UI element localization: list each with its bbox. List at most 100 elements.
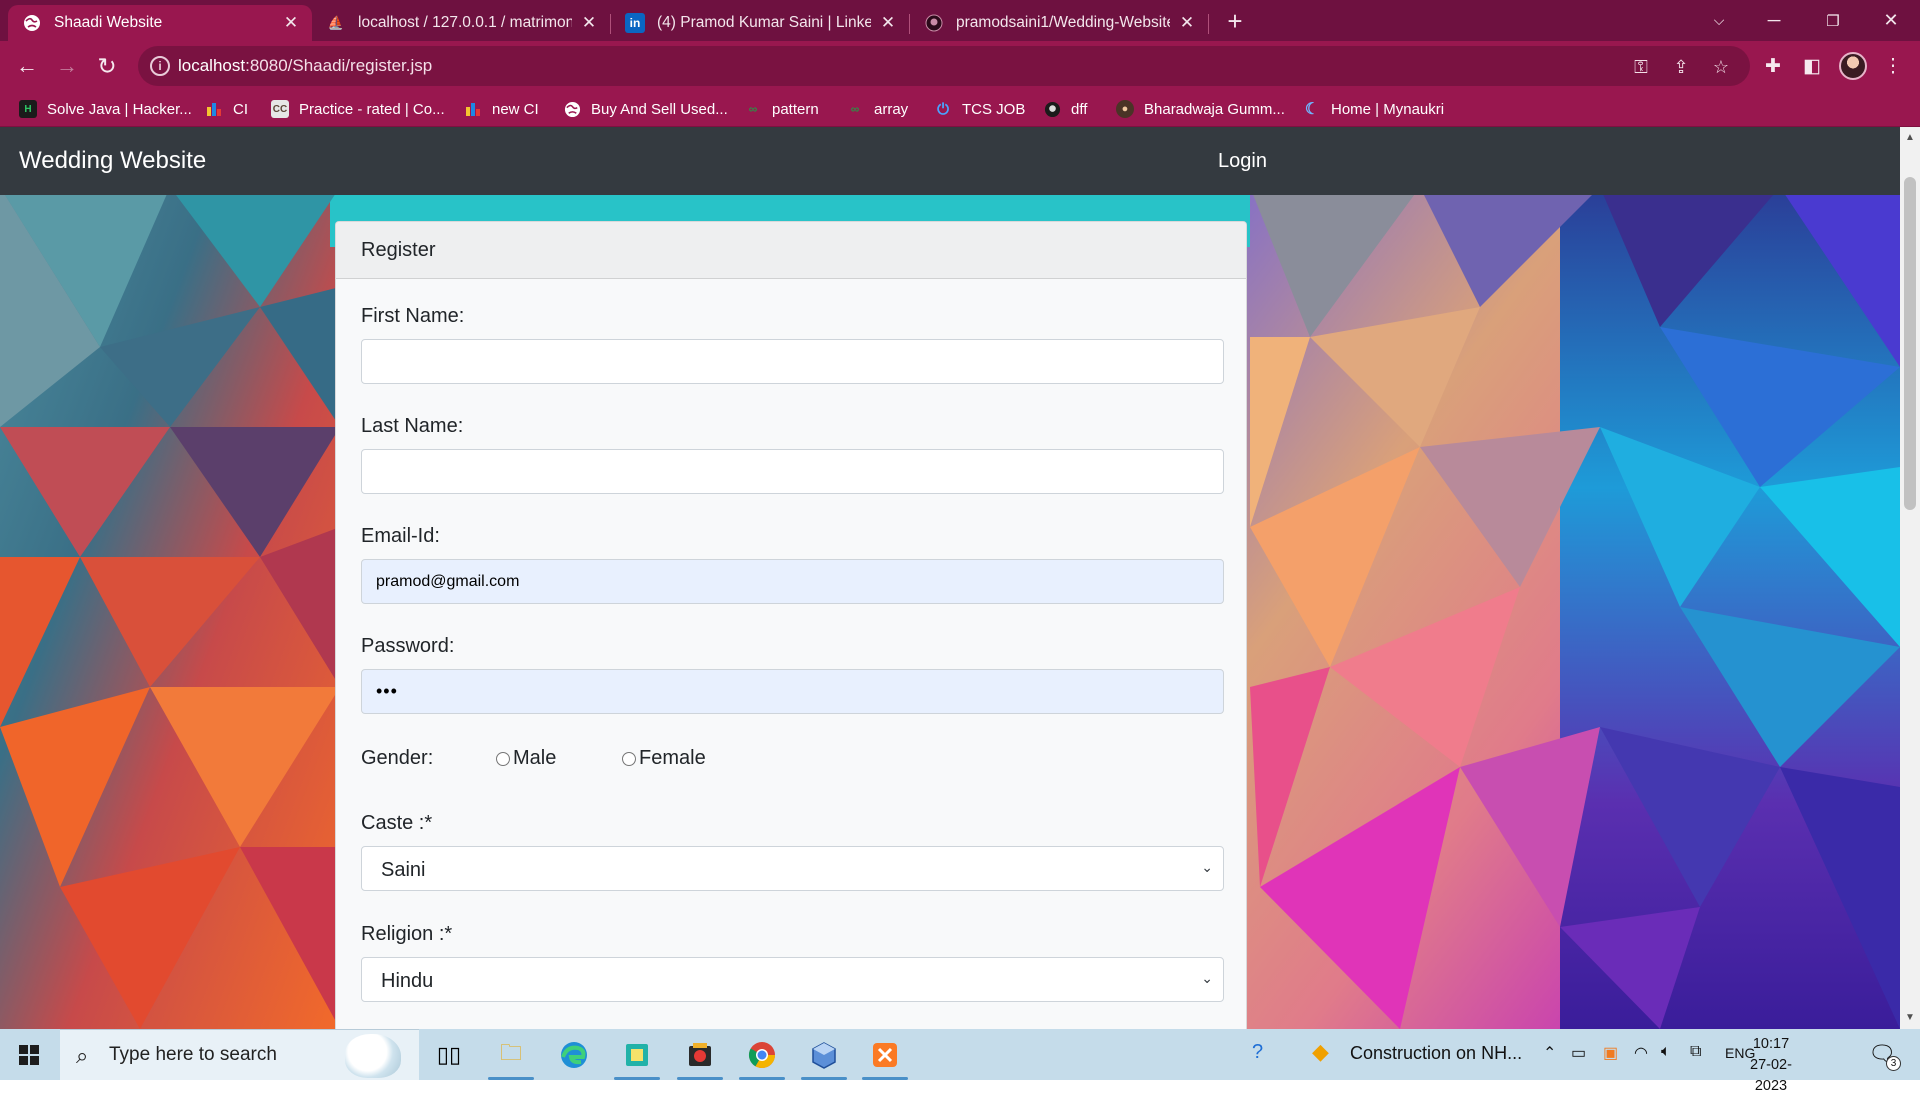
bookmark-bharadwaja[interactable]: ● Bharadwaja Gumm... bbox=[1116, 97, 1285, 121]
scroll-up-arrow-icon[interactable]: ▲ bbox=[1900, 129, 1920, 147]
task-view-icon[interactable]: ▯▯ bbox=[430, 1036, 468, 1074]
virtualbox-icon[interactable] bbox=[801, 1036, 847, 1080]
news-weather-icon[interactable]: ◆ bbox=[1312, 1039, 1329, 1064]
phpmyadmin-icon: ⛵ bbox=[327, 15, 345, 30]
bookmark-dff[interactable]: dff bbox=[1043, 97, 1087, 121]
caste-select[interactable]: Saini ⌄ bbox=[361, 846, 1224, 891]
codeforces-icon bbox=[205, 100, 223, 118]
side-panel-icon[interactable]: ◧ bbox=[1795, 49, 1829, 83]
password-input[interactable] bbox=[361, 669, 1224, 714]
reload-icon[interactable]: ↻ bbox=[90, 49, 124, 83]
help-tips-icon[interactable]: ? bbox=[1252, 1041, 1263, 1065]
codechef-icon: CC bbox=[271, 100, 289, 118]
wifi-icon[interactable]: ◠ bbox=[1634, 1043, 1648, 1067]
windows-taskbar: ⌕ Type here to search ▯▯ 🗀 ? ◆ Construct… bbox=[0, 1029, 1920, 1094]
media-app-icon[interactable] bbox=[677, 1036, 723, 1080]
bookmark-pattern[interactable]: ∞ pattern bbox=[744, 97, 819, 121]
page-scrollbar[interactable]: ▲ ▼ bbox=[1900, 127, 1920, 1029]
browser-tab-strip: Shaadi Website ✕ ⛵ localhost / 127.0.0.1… bbox=[0, 0, 1920, 41]
show-hidden-icons-chevron-up-icon[interactable]: ⌃ bbox=[1543, 1043, 1556, 1067]
notepad-app-icon[interactable] bbox=[614, 1036, 660, 1080]
search-placeholder: Type here to search bbox=[109, 1044, 277, 1065]
extensions-puzzle-icon[interactable]: ✚ bbox=[1756, 49, 1790, 83]
display-icon[interactable]: ⧉ bbox=[1690, 1043, 1701, 1067]
religion-label: Religion :* bbox=[361, 923, 453, 945]
bookmark-solve-java[interactable]: H Solve Java | Hacker... bbox=[19, 97, 192, 121]
tab-github[interactable]: pramodsaini1/Wedding-Website ✕ bbox=[910, 5, 1208, 41]
email-label: Email-Id: bbox=[361, 525, 440, 547]
menu-kebab-icon[interactable]: ⋮ bbox=[1876, 49, 1910, 83]
first-name-input[interactable] bbox=[361, 339, 1224, 384]
minimize-icon[interactable]: ─ bbox=[1751, 0, 1797, 41]
edge-browser-icon[interactable] bbox=[555, 1036, 593, 1074]
globe-icon bbox=[22, 13, 42, 33]
bookmark-new-ci[interactable]: new CI bbox=[464, 97, 539, 121]
clock[interactable]: 10:17 27-02-2023 bbox=[1736, 1034, 1806, 1097]
file-explorer-icon[interactable]: 🗀 bbox=[488, 1036, 534, 1080]
tab-search-chevron-down-icon[interactable]: ⌵ bbox=[1696, 0, 1742, 41]
bookmarks-bar: H Solve Java | Hacker... CI CC Practice … bbox=[0, 91, 1920, 127]
bookmark-array[interactable]: ∞ array bbox=[846, 97, 908, 121]
register-card: Register First Name: Last Name: Email-Id… bbox=[335, 221, 1247, 1029]
taskbar-search-box[interactable]: ⌕ Type here to search bbox=[60, 1029, 419, 1080]
gender-female-label[interactable]: Female bbox=[639, 747, 706, 770]
bookmark-star-icon[interactable]: ☆ bbox=[1710, 56, 1732, 78]
hackerrank-icon: H bbox=[19, 100, 37, 118]
browser-toolbar: ← → ↻ i localhost:8080/Shaadi/register.j… bbox=[0, 41, 1920, 91]
gender-male-label[interactable]: Male bbox=[513, 747, 556, 770]
tab-linkedin[interactable]: in (4) Pramod Kumar Saini | LinkedIn ✕ bbox=[611, 5, 909, 41]
windows-start-icon[interactable] bbox=[19, 1045, 39, 1065]
news-ticker-text[interactable]: Construction on NH... bbox=[1350, 1043, 1522, 1067]
site-info-icon[interactable]: i bbox=[150, 56, 170, 76]
github-icon bbox=[1043, 100, 1061, 118]
new-tab-button[interactable]: + bbox=[1221, 8, 1249, 36]
linkedin-icon: in bbox=[625, 13, 645, 33]
close-icon[interactable]: ✕ bbox=[578, 12, 600, 34]
notification-count-badge: 3 bbox=[1886, 1056, 1901, 1071]
tab-phpmyadmin[interactable]: ⛵ localhost / 127.0.0.1 / matrimonial ✕ bbox=[312, 5, 610, 41]
register-heading: Register bbox=[361, 239, 436, 261]
chrome-browser-icon[interactable] bbox=[739, 1036, 785, 1080]
site-brand-link[interactable]: Wedding Website bbox=[19, 147, 206, 175]
forward-arrow-icon[interactable]: → bbox=[50, 49, 84, 83]
back-arrow-icon[interactable]: ← bbox=[10, 49, 44, 83]
religion-selected-value: Hindu bbox=[381, 970, 434, 992]
email-input[interactable] bbox=[361, 559, 1224, 604]
bookmark-buy-and-sell[interactable]: Buy And Sell Used... bbox=[563, 97, 728, 121]
close-icon[interactable]: ✕ bbox=[877, 12, 899, 34]
scrollbar-thumb[interactable] bbox=[1904, 177, 1916, 510]
password-key-icon[interactable]: ⚿ bbox=[1630, 56, 1652, 78]
profile-avatar[interactable] bbox=[1839, 52, 1867, 80]
person-icon: ● bbox=[1116, 100, 1134, 118]
tab-shaadi-website[interactable]: Shaadi Website ✕ bbox=[8, 5, 312, 41]
close-window-icon[interactable]: ✕ bbox=[1868, 0, 1914, 41]
url-text[interactable]: localhost:8080/Shaadi/register.jsp bbox=[178, 56, 432, 76]
restore-window-icon[interactable]: ❐ bbox=[1810, 0, 1856, 41]
address-bar[interactable]: i localhost:8080/Shaadi/register.jsp ⚿ ⇪… bbox=[138, 46, 1750, 86]
close-icon[interactable]: ✕ bbox=[1176, 12, 1198, 34]
site-navbar: Wedding Website Login bbox=[0, 127, 1900, 195]
bookmark-tcs-job[interactable]: ⏻ TCS JOB bbox=[934, 97, 1025, 121]
bookmark-ci[interactable]: CI bbox=[205, 97, 248, 121]
bookmark-mynaukri[interactable]: ☾ Home | Mynaukri bbox=[1303, 97, 1444, 121]
scroll-down-arrow-icon[interactable]: ▼ bbox=[1900, 1009, 1920, 1027]
gender-male-radio[interactable] bbox=[496, 752, 510, 766]
last-name-input[interactable] bbox=[361, 449, 1224, 494]
speaker-volume-icon[interactable]: 🔈︎ bbox=[1661, 1043, 1671, 1067]
close-icon[interactable]: ✕ bbox=[280, 12, 302, 34]
codeforces-icon bbox=[464, 100, 482, 118]
religion-select[interactable]: Hindu ⌄ bbox=[361, 957, 1224, 1002]
bookmark-codechef[interactable]: CC Practice - rated | Co... bbox=[271, 97, 445, 121]
gender-female-radio[interactable] bbox=[622, 752, 636, 766]
search-icon: ⌕ bbox=[76, 1043, 89, 1068]
geeksforgeeks-icon: ∞ bbox=[850, 102, 860, 116]
page-viewport: Wedding Website Login Register First Nam… bbox=[0, 127, 1900, 1029]
github-icon bbox=[924, 13, 944, 33]
share-icon[interactable]: ⇪ bbox=[1670, 56, 1692, 78]
battery-icon[interactable]: ▭ bbox=[1571, 1043, 1586, 1067]
xampp-tray-icon[interactable]: ▣ bbox=[1603, 1043, 1618, 1067]
last-name-label: Last Name: bbox=[361, 415, 464, 437]
xampp-icon[interactable] bbox=[862, 1036, 908, 1080]
tab-title: pramodsaini1/Wedding-Website bbox=[956, 14, 1170, 31]
login-link[interactable]: Login bbox=[1218, 150, 1267, 173]
